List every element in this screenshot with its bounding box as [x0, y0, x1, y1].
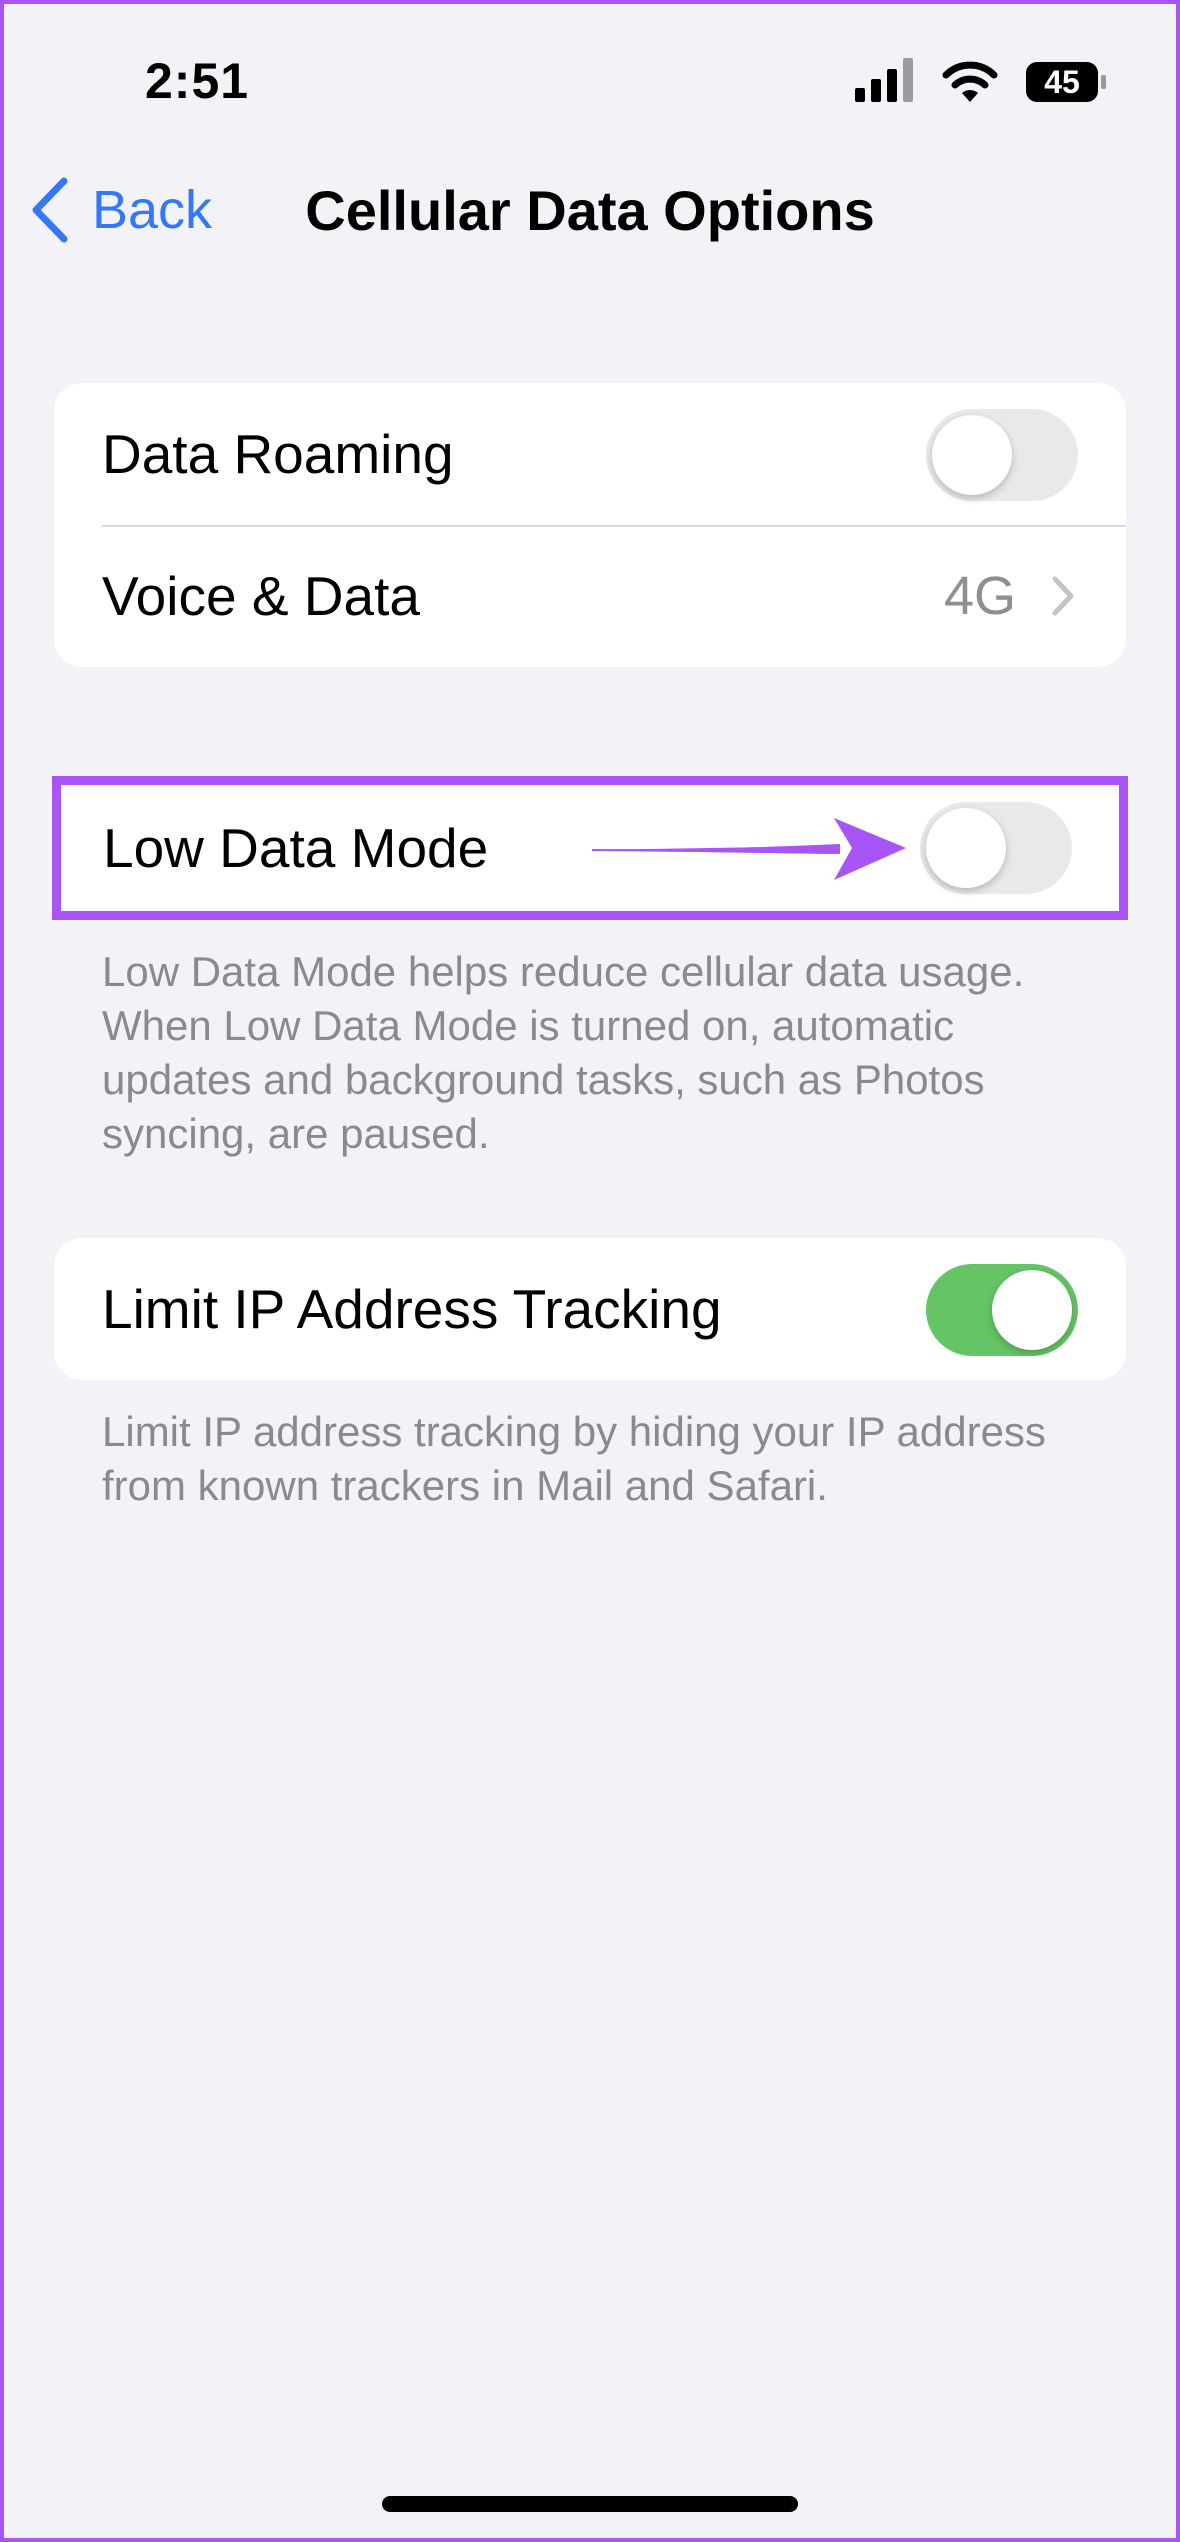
data-roaming-row: Data Roaming [54, 383, 1126, 525]
toggle-knob [992, 1270, 1072, 1350]
arrow-annotation-icon [592, 818, 906, 880]
voice-data-row[interactable]: Voice & Data 4G [54, 525, 1126, 667]
low-data-mode-toggle[interactable] [920, 802, 1072, 894]
data-roaming-toggle[interactable] [926, 409, 1078, 501]
limit-ip-description: Limit IP address tracking by hiding your… [102, 1408, 1046, 1509]
chevron-right-icon [1052, 576, 1074, 616]
voice-data-value: 4G [943, 566, 1016, 626]
data-roaming-label: Data Roaming [102, 423, 454, 485]
limit-ip-label: Limit IP Address Tracking [102, 1278, 722, 1340]
low-data-mode-description: Low Data Mode helps reduce cellular data… [102, 948, 1025, 1157]
home-indicator[interactable] [382, 2496, 798, 2512]
cellular-settings-group: Data Roaming Voice & Data 4G [54, 383, 1126, 667]
wifi-icon [942, 61, 998, 102]
limit-ip-group: Limit IP Address Tracking [54, 1238, 1126, 1380]
status-time: 2:51 [145, 53, 250, 109]
low-data-mode-label: Low Data Mode [103, 817, 489, 879]
battery-level: 45 [1044, 64, 1080, 100]
limit-ip-toggle[interactable] [926, 1264, 1078, 1356]
toggle-knob [926, 808, 1006, 888]
page-title: Cellular Data Options [305, 179, 875, 242]
toggle-knob [932, 415, 1012, 495]
cellular-signal-icon [855, 58, 913, 102]
voice-data-label: Voice & Data [102, 565, 420, 627]
limit-ip-row: Limit IP Address Tracking [54, 1238, 1126, 1380]
